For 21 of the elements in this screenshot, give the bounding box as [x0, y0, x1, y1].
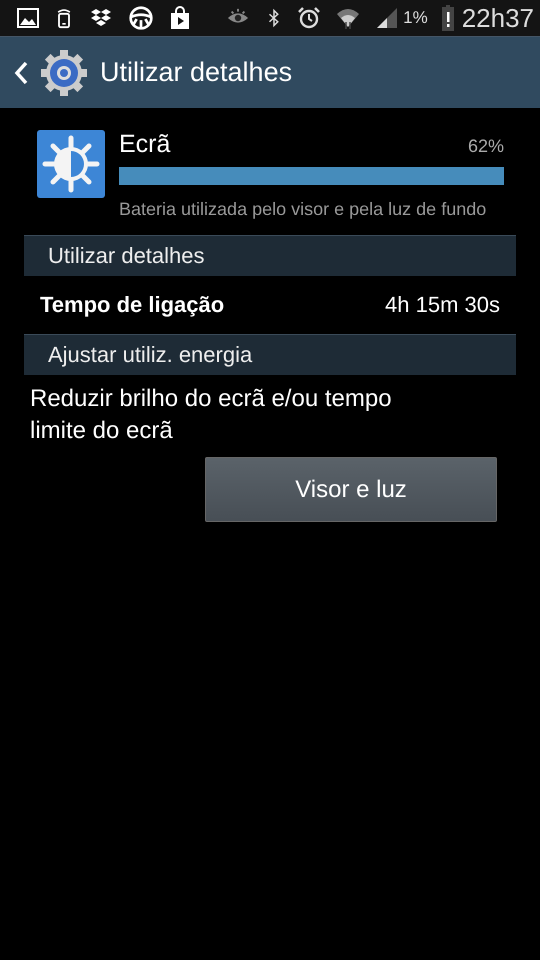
clock-time: 22h37 — [462, 2, 534, 34]
display-settings-button[interactable]: Visor e luz — [205, 457, 497, 522]
detail-value: 4h 15m 30s — [385, 292, 500, 318]
detail-label: Tempo de ligação — [40, 292, 224, 318]
screen-title: Utilizar detalhes — [100, 57, 292, 88]
section-header: Utilizar detalhes — [24, 235, 516, 276]
signal-icon — [375, 6, 400, 30]
section-header: Ajustar utiliz. energia — [24, 334, 516, 375]
usage-percent: 62% — [468, 136, 504, 157]
brightness-icon — [37, 130, 105, 198]
item-description: Bateria utilizada pelo visor e pela luz de fundo — [119, 198, 488, 221]
item-name: Ecrã — [119, 130, 170, 159]
back-icon — [14, 60, 28, 84]
alarm-clock-icon — [297, 6, 322, 30]
gear-icon — [40, 48, 88, 96]
shopping-bag-icon — [168, 5, 192, 31]
wifi-icon — [335, 6, 362, 30]
hint-text: Reduzir brilho do ecrã e/ou tempo limite do ecrã — [29, 384, 393, 446]
battery-alert-icon — [442, 5, 454, 31]
image-icon — [16, 6, 40, 30]
battery-percent: 1% — [403, 8, 428, 28]
